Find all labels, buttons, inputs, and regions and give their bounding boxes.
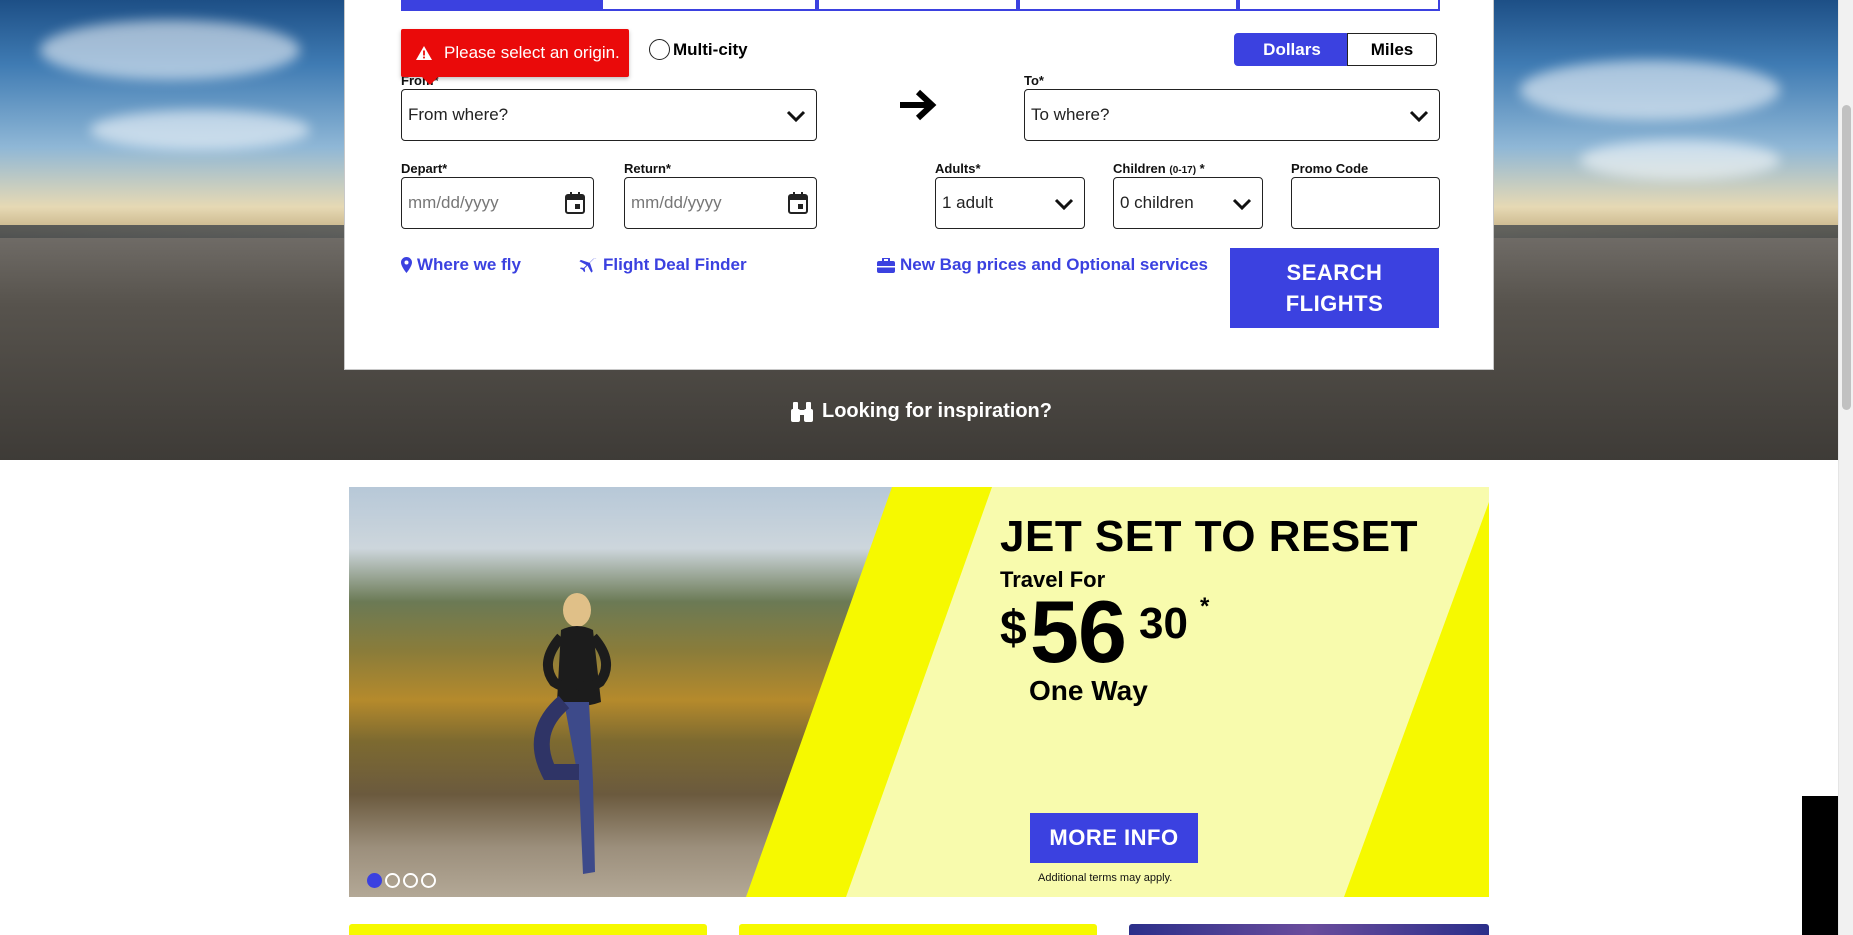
search-button-line1: SEARCH bbox=[1286, 260, 1383, 285]
depart-date-input[interactable]: mm/dd/yyyy bbox=[401, 177, 594, 229]
airplane-icon bbox=[579, 258, 597, 273]
adults-label: Adults* bbox=[935, 161, 981, 176]
depart-placeholder: mm/dd/yyyy bbox=[408, 193, 499, 212]
where-we-fly-link[interactable]: Where we fly bbox=[401, 255, 521, 275]
flight-deal-finder-link[interactable]: Flight Deal Finder bbox=[578, 255, 747, 275]
return-label: Return* bbox=[624, 161, 671, 176]
flight-search-card: Please select an origin. Multi-city Doll… bbox=[344, 0, 1494, 370]
inspiration-label: Looking for inspiration? bbox=[822, 400, 1052, 422]
promo-fare-note: One Way bbox=[1029, 675, 1148, 706]
promo-label: Promo Code bbox=[1291, 161, 1369, 176]
children-required-mark: * bbox=[1196, 161, 1205, 176]
to-select[interactable]: To where? bbox=[1024, 89, 1440, 141]
cloud bbox=[90, 110, 310, 150]
multi-city-radio[interactable]: Multi-city bbox=[649, 39, 748, 60]
promo-terms: Additional terms may apply. bbox=[1038, 872, 1173, 884]
binoculars-icon bbox=[791, 401, 813, 422]
price-cents: 30 bbox=[1139, 599, 1188, 648]
deal-card-2[interactable] bbox=[739, 924, 1097, 935]
origin-error-tooltip: Please select an origin. bbox=[401, 29, 629, 85]
from-placeholder: From where? bbox=[408, 105, 509, 124]
chevron-down-icon bbox=[1232, 198, 1252, 211]
side-widget[interactable] bbox=[1802, 796, 1838, 935]
children-label-text: Children bbox=[1113, 161, 1166, 176]
arrow-right-icon bbox=[900, 89, 937, 121]
currency-toggle: Dollars Miles bbox=[1234, 33, 1437, 66]
promo-code-input[interactable] bbox=[1291, 177, 1440, 229]
to-label: To* bbox=[1024, 73, 1044, 88]
dollars-toggle-button[interactable]: Dollars bbox=[1234, 33, 1350, 66]
carousel-dot-4[interactable] bbox=[421, 873, 436, 888]
chevron-down-icon bbox=[786, 110, 806, 123]
children-age-note: (0-17) bbox=[1169, 165, 1197, 176]
from-select[interactable]: From where? bbox=[401, 89, 817, 141]
radio-circle-icon[interactable] bbox=[649, 39, 670, 60]
cloud bbox=[1520, 60, 1780, 120]
search-button-line2: FLIGHTS bbox=[1285, 291, 1384, 316]
depart-label: Depart* bbox=[401, 161, 448, 176]
promo-banner: JET SET TO RESET Travel For $ 56 30 * On… bbox=[349, 487, 1489, 897]
price-currency: $ bbox=[1000, 602, 1027, 655]
carousel-dot-1[interactable] bbox=[367, 873, 382, 888]
booking-tabs bbox=[401, 0, 1440, 11]
promo-title: JET SET TO RESET bbox=[1000, 512, 1418, 561]
tab-4[interactable] bbox=[1018, 0, 1238, 11]
children-value: 0 children bbox=[1120, 193, 1194, 212]
tab-flight[interactable] bbox=[401, 0, 601, 11]
chevron-down-icon bbox=[1409, 110, 1429, 123]
return-date-input[interactable]: mm/dd/yyyy bbox=[624, 177, 817, 229]
adults-value: 1 adult bbox=[942, 193, 994, 212]
flight-deal-finder-label: Flight Deal Finder bbox=[603, 255, 747, 274]
page-scrollbar[interactable] bbox=[1838, 0, 1853, 935]
carousel-dot-2[interactable] bbox=[385, 873, 400, 888]
price-dollars: 56 bbox=[1030, 582, 1127, 681]
price-asterisk: * bbox=[1200, 593, 1210, 620]
calendar-icon[interactable] bbox=[788, 192, 808, 214]
tab-2[interactable] bbox=[601, 0, 817, 11]
deal-card-1[interactable] bbox=[349, 924, 707, 935]
cloud bbox=[1580, 140, 1780, 180]
yoga-woman-image bbox=[533, 593, 612, 874]
where-we-fly-label: Where we fly bbox=[417, 255, 521, 274]
cloud bbox=[40, 20, 300, 80]
deal-card-3[interactable] bbox=[1129, 924, 1489, 935]
bag-prices-label: New Bag prices and Optional services bbox=[900, 255, 1209, 274]
briefcase-icon bbox=[877, 257, 895, 273]
return-placeholder: mm/dd/yyyy bbox=[631, 193, 722, 212]
multi-city-label: Multi-city bbox=[673, 39, 748, 59]
warning-icon bbox=[416, 46, 432, 60]
calendar-icon[interactable] bbox=[565, 192, 585, 214]
carousel-dot-3[interactable] bbox=[403, 873, 418, 888]
children-label: Children (0-17) * bbox=[1113, 161, 1205, 176]
children-select[interactable]: 0 children bbox=[1113, 177, 1263, 229]
error-message: Please select an origin. bbox=[444, 43, 620, 62]
to-placeholder: To where? bbox=[1031, 105, 1110, 124]
carousel-dots bbox=[367, 873, 436, 888]
more-info-button[interactable]: MORE INFO bbox=[1030, 813, 1198, 863]
tab-5[interactable] bbox=[1238, 0, 1440, 11]
bag-prices-link[interactable]: New Bag prices and Optional services bbox=[877, 255, 1208, 275]
inspiration-link[interactable]: Looking for inspiration? bbox=[790, 400, 1052, 423]
map-pin-icon bbox=[401, 257, 412, 273]
chevron-down-icon bbox=[1054, 198, 1074, 211]
adults-select[interactable]: 1 adult bbox=[935, 177, 1085, 229]
scrollbar-thumb[interactable] bbox=[1842, 105, 1851, 410]
miles-toggle-button[interactable]: Miles bbox=[1347, 33, 1437, 66]
tab-3[interactable] bbox=[817, 0, 1018, 11]
search-flights-button[interactable]: SEARCH FLIGHTS bbox=[1230, 248, 1439, 328]
